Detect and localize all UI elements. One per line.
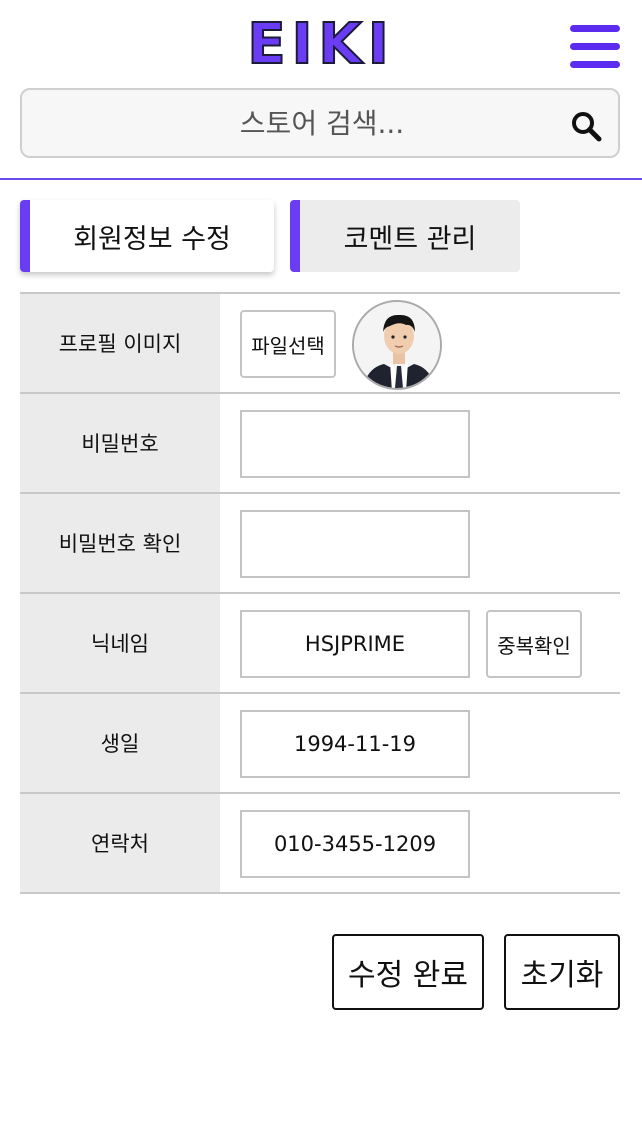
phone-field[interactable] bbox=[240, 810, 470, 878]
phone-label: 연락처 bbox=[20, 794, 220, 892]
menu-bar bbox=[570, 61, 620, 68]
app-header: EIKI bbox=[0, 0, 642, 180]
duplicate-check-button[interactable]: 중복확인 bbox=[486, 610, 582, 678]
password-label: 비밀번호 bbox=[20, 394, 220, 492]
reset-button[interactable]: 초기화 bbox=[504, 934, 620, 1010]
phone-row: 연락처 bbox=[20, 794, 620, 894]
password-field[interactable] bbox=[240, 410, 470, 478]
profile-avatar bbox=[352, 300, 442, 390]
password-confirm-field[interactable] bbox=[240, 510, 470, 578]
password-confirm-row: 비밀번호 확인 bbox=[20, 494, 620, 594]
nickname-row: 닉네임 중복확인 bbox=[20, 594, 620, 694]
menu-bar bbox=[570, 43, 620, 50]
store-search-box bbox=[20, 88, 620, 158]
choose-file-button[interactable]: 파일선택 bbox=[240, 310, 336, 378]
search-icon[interactable] bbox=[570, 110, 602, 142]
profile-image-label: 프로필 이미지 bbox=[20, 294, 220, 392]
password-row: 비밀번호 bbox=[20, 394, 620, 494]
profile-image-row: 프로필 이미지 파일선택 bbox=[20, 294, 620, 394]
nickname-label: 닉네임 bbox=[20, 594, 220, 692]
password-confirm-label: 비밀번호 확인 bbox=[20, 494, 220, 592]
birthday-label: 생일 bbox=[20, 694, 220, 792]
avatar-portrait-image bbox=[354, 302, 440, 388]
hamburger-menu-icon[interactable] bbox=[570, 25, 622, 69]
member-edit-form: 프로필 이미지 파일선택 비밀번호 비밀번호 확인 닉네임 HSJPRIME 중… bbox=[20, 292, 620, 894]
tab-comment-management[interactable]: 코멘트 관리 bbox=[290, 200, 520, 272]
tab-edit-member-info[interactable]: 회원정보 수정 bbox=[20, 200, 274, 272]
menu-bar bbox=[570, 25, 620, 32]
store-search-input[interactable] bbox=[22, 90, 562, 156]
nickname-field[interactable] bbox=[240, 610, 470, 678]
eiki-logo[interactable]: EIKI bbox=[0, 10, 642, 80]
submit-edit-button[interactable]: 수정 완료 bbox=[332, 934, 484, 1010]
birthday-field[interactable] bbox=[240, 710, 470, 778]
birthday-row: 생일 bbox=[20, 694, 620, 794]
mypage-tabs: 회원정보 수정 코멘트 관리 bbox=[20, 200, 620, 272]
